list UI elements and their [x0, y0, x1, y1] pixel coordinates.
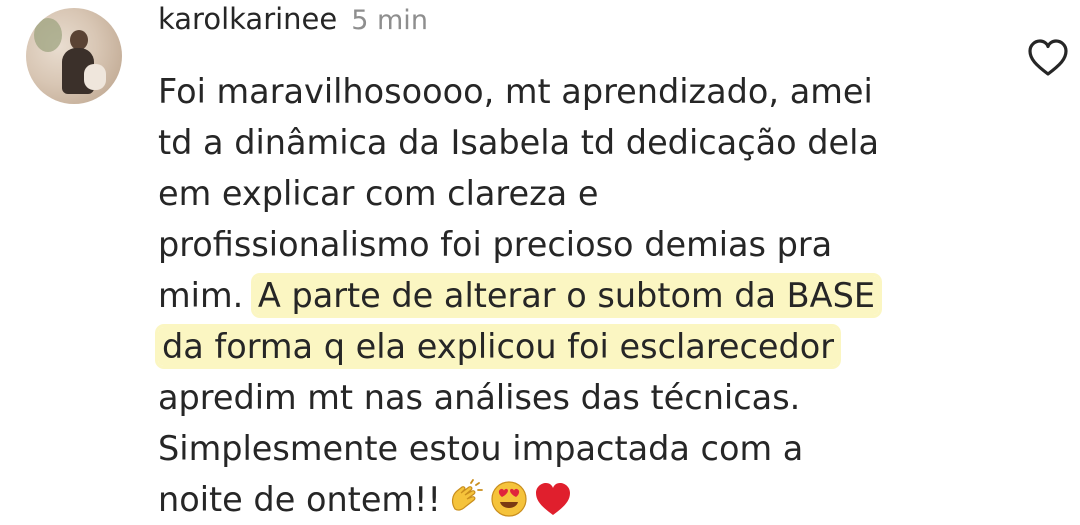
like-heart-icon[interactable] — [1026, 38, 1070, 78]
comment-header: karolkarinee 5 min — [158, 2, 428, 42]
highlighted-text: da forma q ela explicou foi esclarecedor — [158, 327, 839, 366]
comment-line-with-highlight: mim. A parte de alterar o subtom da BASE — [158, 270, 998, 321]
comment-line-highlighted: da forma q ela explicou foi esclarecedor — [158, 321, 998, 372]
comment-text: mim. — [158, 276, 254, 315]
comment: karolkarinee 5 min Foi maravilhosoooo, m… — [0, 0, 1080, 523]
avatar-plant — [34, 18, 62, 52]
clapping-hands-icon — [451, 479, 483, 511]
comment-line: td a dinâmica da Isabela td dedicação de… — [158, 123, 880, 162]
heart-eyes-icon — [491, 481, 527, 517]
avatar-figure-head — [70, 30, 88, 50]
avatar-child — [84, 64, 106, 90]
comment-line-last: noite de ontem!! — [158, 474, 998, 525]
red-heart-icon — [535, 483, 570, 515]
comment-line: profissionalismo foi precioso demias pra — [158, 225, 833, 264]
username[interactable]: karolkarinee — [158, 2, 337, 36]
comment-text: noite de ontem!! — [158, 480, 441, 519]
comment-line: em explicar com clareza e — [158, 174, 599, 213]
comment-line: apredim mt nas análises das técnicas. — [158, 378, 801, 417]
timestamp: 5 min — [351, 5, 428, 36]
comment-line: Foi maravilhosoooo, mt aprendizado, amei — [158, 72, 873, 111]
avatar[interactable] — [26, 8, 122, 104]
comment-body: Foi maravilhosoooo, mt aprendizado, amei… — [158, 66, 998, 525]
comment-line: Simplesmente estou impactada com a — [158, 429, 804, 468]
highlighted-text: A parte de alterar o subtom da BASE — [253, 276, 880, 315]
